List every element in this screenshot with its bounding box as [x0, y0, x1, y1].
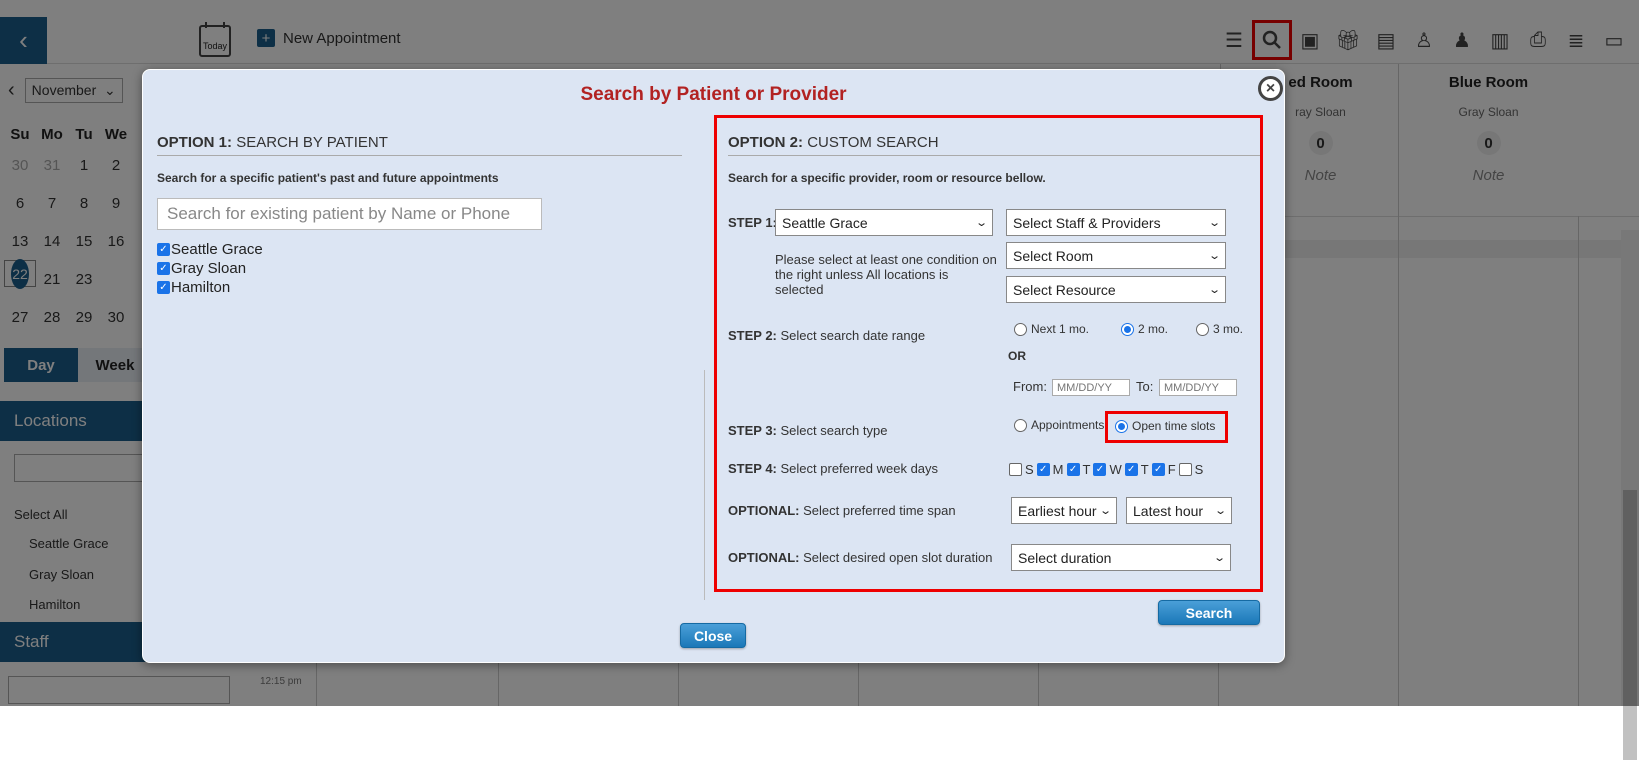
weekday-checkboxes: S ✓ M ✓ T ✓ W ✓ T ✓ F S [1009, 462, 1203, 477]
chevron-down-icon: ⌄ [1207, 284, 1221, 296]
option2-description: Search for a specific provider, room or … [728, 171, 1046, 185]
or-separator: OR [1008, 349, 1026, 363]
range-option-1mo[interactable]: Next 1 mo. [1014, 322, 1089, 336]
close-button[interactable]: Close [680, 623, 746, 648]
chevron-down-icon: ⌄ [1212, 552, 1226, 564]
weekday-checkbox-unchecked[interactable] [1178, 463, 1192, 476]
chevron-down-icon: ⌄ [1098, 505, 1112, 517]
option1-title: SEARCH BY PATIENT [236, 134, 388, 151]
radio-unselected[interactable] [1014, 418, 1027, 432]
weekday-checkbox-unchecked[interactable] [1009, 463, 1022, 476]
step4-label: STEP 4: Select preferred week days [728, 461, 939, 476]
radio-unselected[interactable] [1014, 322, 1027, 336]
from-date-input[interactable] [1052, 379, 1130, 396]
to-label: To: [1136, 379, 1154, 394]
option1-heading: OPTION 1: SEARCH BY PATIENT [157, 134, 682, 156]
radio-selected[interactable] [1115, 419, 1128, 433]
optional-duration-label: OPTIONAL: Select desired open slot durat… [728, 550, 993, 565]
search-modal: Search by Patient or Provider × OPTION 1… [142, 69, 1285, 663]
from-label: From: [1013, 379, 1047, 394]
location-checkbox-label: Hamilton [171, 279, 231, 296]
checkbox-checked[interactable]: ✓ [157, 281, 170, 294]
to-date-input[interactable] [1159, 379, 1237, 396]
option1-prefix: OPTION 1: [157, 134, 233, 151]
radio-selected[interactable] [1121, 322, 1134, 336]
step1-location-select[interactable]: Seattle Grace ⌄ [775, 209, 993, 236]
chevron-down-icon: ⌄ [974, 217, 988, 229]
chevron-down-icon: ⌄ [1207, 217, 1221, 229]
chevron-down-icon: ⌄ [1207, 250, 1221, 262]
location-checkbox-label: Seattle Grace [171, 241, 263, 258]
radio-unselected[interactable] [1196, 322, 1209, 336]
latest-hour-select[interactable]: Latest hour ⌄ [1126, 497, 1232, 524]
range-option-2mo[interactable]: 2 mo. [1121, 322, 1168, 336]
option1-description: Search for a specific patient's past and… [157, 171, 499, 185]
duration-select[interactable]: Select duration ⌄ [1011, 544, 1231, 571]
location-checkbox-label: Gray Sloan [171, 260, 247, 277]
resource-select[interactable]: Select Resource ⌄ [1006, 276, 1226, 303]
search-button[interactable]: Search [1158, 600, 1260, 625]
close-icon[interactable]: × [1258, 76, 1283, 101]
type-option-appointments[interactable]: Appointments [1014, 418, 1104, 432]
option2-prefix: OPTION 2: [728, 134, 804, 151]
weekday-checkbox-checked[interactable]: ✓ [1124, 463, 1138, 476]
option-divider [704, 370, 705, 600]
earliest-hour-select[interactable]: Earliest hour ⌄ [1011, 497, 1117, 524]
weekday-checkbox-checked[interactable]: ✓ [1036, 463, 1050, 476]
weekday-checkbox-checked[interactable]: ✓ [1066, 463, 1080, 476]
checkbox-checked[interactable]: ✓ [157, 243, 170, 256]
chevron-down-icon: ⌄ [1213, 505, 1227, 517]
room-select[interactable]: Select Room ⌄ [1006, 242, 1226, 269]
range-option-3mo[interactable]: 3 mo. [1196, 322, 1243, 336]
checkbox-checked[interactable]: ✓ [157, 262, 170, 275]
patient-search-input[interactable] [157, 198, 542, 230]
modal-title: Search by Patient or Provider [580, 84, 847, 105]
step1-label: STEP 1: [728, 215, 777, 230]
option2-title: CUSTOM SEARCH [807, 134, 939, 151]
staff-providers-select[interactable]: Select Staff & Providers ⌄ [1006, 209, 1226, 236]
weekday-checkbox-checked[interactable]: ✓ [1093, 463, 1107, 476]
optional-time-span-label: OPTIONAL: Select preferred time span [728, 503, 956, 518]
location-checkbox-row[interactable]: ✓ Hamilton [157, 279, 230, 296]
location-checkbox-row[interactable]: ✓ Seattle Grace [157, 241, 263, 258]
step2-label: STEP 2: Select search date range [728, 328, 926, 343]
option2-heading: OPTION 2: CUSTOM SEARCH [728, 134, 1260, 156]
location-checkbox-row[interactable]: ✓ Gray Sloan [157, 260, 246, 277]
step3-label: STEP 3: Select search type [728, 423, 888, 438]
type-option-open-slots[interactable]: Open time slots [1115, 419, 1215, 433]
weekday-checkbox-checked[interactable]: ✓ [1151, 463, 1165, 476]
step1-note: Please select at least one condition on … [775, 252, 997, 297]
